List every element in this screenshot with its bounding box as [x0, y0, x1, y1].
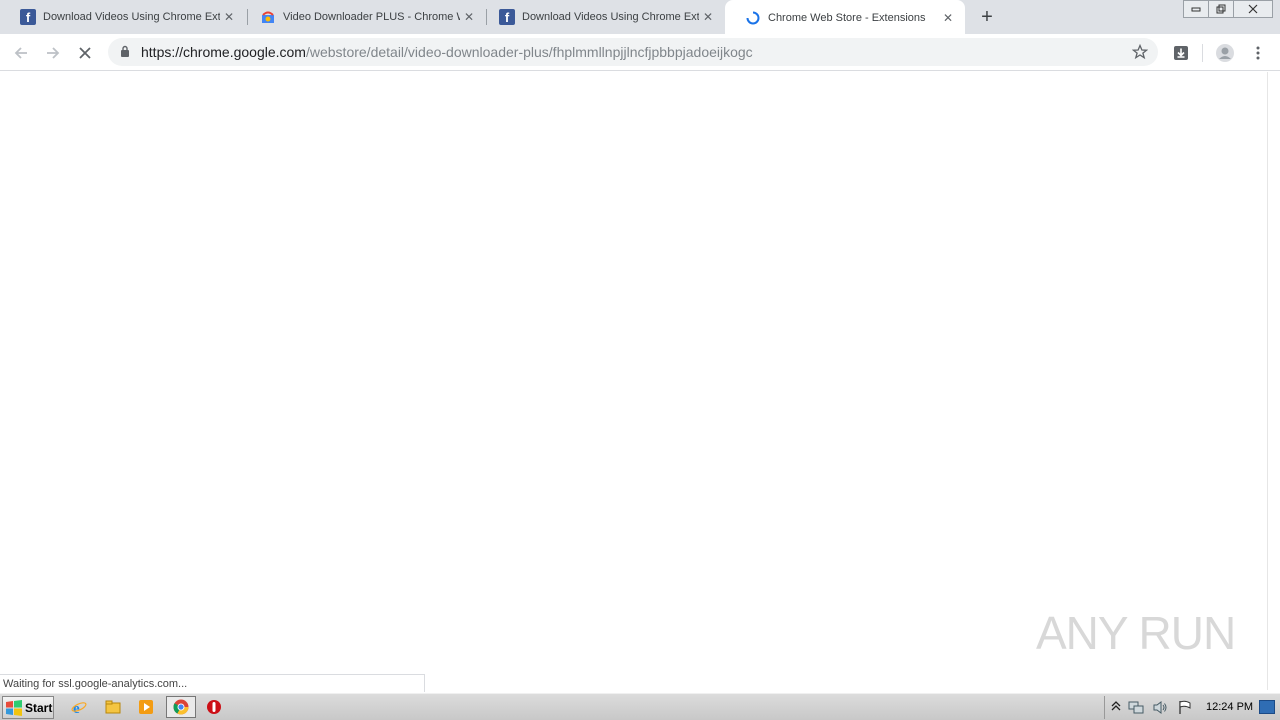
arrow-right-icon [47, 47, 60, 59]
tab-strip: f Download Videos Using Chrome Exte ✕ Vi… [0, 0, 1280, 36]
browser-toolbar: https://chrome.google.com/webstore/detai… [0, 34, 1280, 71]
status-bubble: Waiting for ssl.google-analytics.com... [0, 674, 425, 692]
watermark: ANY RUN [1036, 606, 1236, 660]
address-bar[interactable]: https://chrome.google.com/webstore/detai… [108, 38, 1158, 66]
new-tab-button[interactable]: + [976, 6, 998, 28]
tab-2[interactable]: Video Downloader PLUS - Chrome We ✕ [240, 0, 486, 34]
file-explorer-icon[interactable] [104, 698, 122, 716]
minimize-button[interactable] [1183, 0, 1209, 18]
kebab-menu-icon [1256, 46, 1260, 60]
tab-title: Chrome Web Store - Extensions [768, 12, 926, 24]
system-tray [1104, 696, 1280, 719]
close-icon[interactable]: ✕ [460, 8, 478, 26]
loading-spinner-icon [745, 10, 761, 26]
scrollbar[interactable] [1267, 72, 1280, 690]
url-text: https://chrome.google.com/webstore/detai… [141, 44, 753, 60]
tab-title: Download Videos Using Chrome Exte [522, 11, 699, 23]
back-button[interactable] [8, 40, 34, 66]
toolbar-divider [1202, 44, 1203, 62]
show-hidden-icons-icon[interactable] [1111, 700, 1121, 719]
svg-text:e: e [73, 701, 80, 715]
tray-divider [1104, 696, 1105, 719]
facebook-icon: f [499, 9, 515, 25]
internet-explorer-icon[interactable]: e [70, 698, 88, 716]
taskbar: Start e 12:24 PM [0, 693, 1280, 720]
download-icon [1174, 46, 1188, 60]
forward-button[interactable] [40, 40, 66, 66]
close-icon [79, 47, 91, 59]
tab-1[interactable]: f Download Videos Using Chrome Exte ✕ [0, 0, 246, 34]
arrow-left-icon [14, 47, 27, 59]
opera-icon[interactable] [205, 698, 223, 716]
url-path: /webstore/detail/video-downloader-plus/f… [305, 44, 753, 60]
profile-button[interactable] [1212, 40, 1238, 66]
avatar-icon [1216, 44, 1234, 62]
lock-icon [120, 45, 130, 63]
windows-logo-icon [6, 699, 22, 716]
url-host: https://chrome.google.com [141, 44, 306, 60]
media-player-icon[interactable] [137, 698, 155, 716]
tab-4-active[interactable]: Chrome Web Store - Extensions ✕ [725, 0, 965, 36]
tab-title: Video Downloader PLUS - Chrome We [283, 11, 460, 23]
star-icon[interactable] [1131, 43, 1149, 65]
stop-loading-button[interactable] [72, 40, 98, 66]
facebook-icon: f [20, 9, 36, 25]
webstore-icon [260, 9, 276, 25]
action-center-flag-icon[interactable] [1177, 700, 1193, 720]
show-desktop-button[interactable] [1259, 700, 1275, 714]
start-button[interactable]: Start [2, 696, 54, 719]
chrome-taskbar-button[interactable] [166, 696, 196, 718]
close-icon[interactable]: ✕ [220, 8, 238, 26]
close-icon[interactable]: ✕ [939, 9, 957, 27]
start-label: Start [25, 700, 53, 715]
chrome-icon [173, 699, 189, 715]
restore-button[interactable] [1208, 0, 1234, 18]
volume-icon[interactable] [1152, 700, 1168, 720]
tab-title: Download Videos Using Chrome Exte [43, 11, 220, 23]
page-content [0, 72, 1267, 690]
close-icon[interactable]: ✕ [699, 8, 717, 26]
extension-download-button[interactable] [1168, 40, 1194, 66]
network-icon[interactable] [1128, 700, 1144, 720]
menu-button[interactable] [1245, 40, 1271, 66]
tab-3[interactable]: f Download Videos Using Chrome Exte ✕ [479, 0, 725, 34]
clock: 12:24 PM [1206, 701, 1254, 713]
window-close-button[interactable] [1233, 0, 1273, 18]
watermark-text: ANY RUN [1036, 607, 1236, 659]
